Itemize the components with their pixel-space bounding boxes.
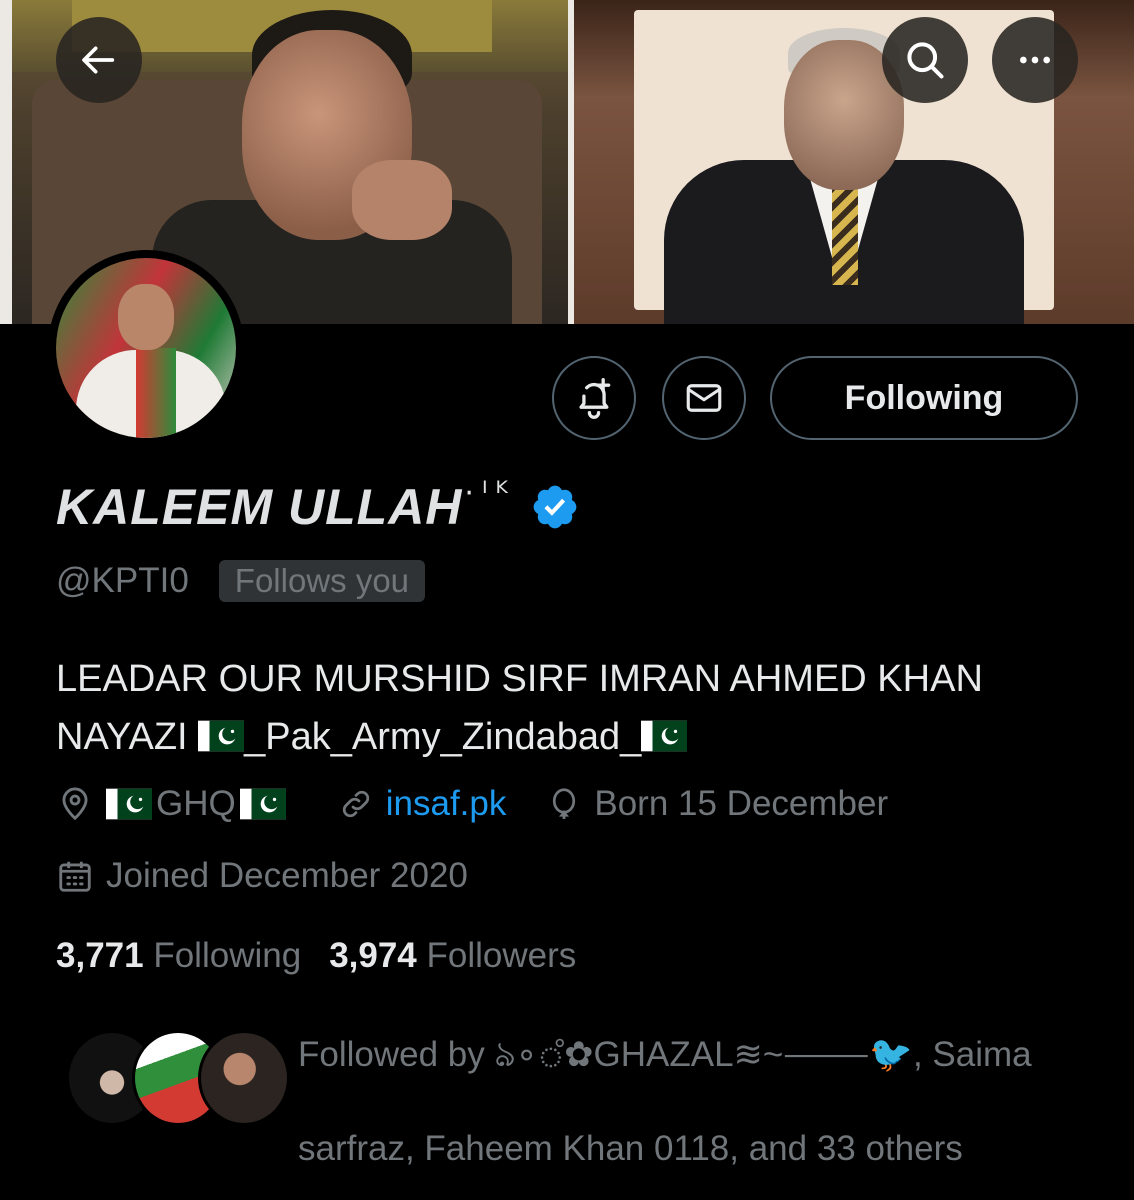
display-name-row: KALEEM ULLAH ·ᴵᴷ [56, 475, 580, 536]
search-button[interactable] [882, 17, 968, 103]
location: GHQ [56, 784, 298, 824]
followed-by-line-2: sarfraz, Faheem Khan 0118, and 33 others [298, 1129, 963, 1168]
avatar-image [56, 258, 236, 438]
display-name-suffix: ·ᴵᴷ [464, 475, 516, 511]
back-button[interactable] [56, 17, 142, 103]
pakistan-flag-icon [239, 788, 286, 820]
profile-meta-row: GHQ insaf.pk Born 15 December [56, 784, 928, 824]
following-count: 3,771 [56, 936, 144, 975]
handle-row: @KPTI0 Follows you [56, 560, 426, 602]
message-button[interactable] [662, 356, 746, 440]
followed-by-text[interactable]: Followed by ঌ∘ஂ✿GHAZAL≋~⸻🐦, Saima sarfra… [298, 1008, 1078, 1196]
calendar-icon [59, 861, 91, 892]
follows-you-badge: Follows you [218, 560, 426, 602]
followers-stat[interactable]: 3,974 Followers [329, 936, 576, 976]
verified-badge-icon [533, 485, 577, 529]
birthday: Born 15 December [546, 784, 888, 824]
followed-by-name-2: , Saima [912, 1035, 1032, 1074]
display-name: KALEEM ULLAH [56, 479, 463, 535]
pakistan-flag-icon [641, 720, 688, 752]
pakistan-flag-icon [198, 720, 245, 752]
followed-by-avatars[interactable] [66, 1030, 290, 1126]
following-label: Following [153, 936, 302, 975]
website-link[interactable]: insaf.pk [386, 784, 507, 824]
balloon-icon [553, 788, 576, 819]
bell-plus-icon [579, 378, 611, 419]
bio: LEADAR OUR MURSHID SIRF IMRAN AHMED KHAN… [56, 650, 1096, 766]
bio-line-1: LEADAR OUR MURSHID SIRF IMRAN AHMED KHAN [56, 658, 983, 700]
follow-stats: 3,771 Following 3,974 Followers [56, 936, 604, 976]
birthday-text: Born 15 December [594, 784, 889, 823]
follower-avatar [198, 1030, 290, 1126]
followers-count: 3,974 [329, 936, 417, 975]
followed-by-name-1: ঌ∘ஂ✿GHAZAL≋~⸻🐦 [494, 1035, 913, 1074]
location-pin-icon [62, 787, 88, 821]
more-horizontal-icon [1020, 56, 1050, 64]
bio-line-2-prefix: NAYAZI [56, 716, 188, 758]
profile-avatar[interactable] [48, 250, 244, 446]
handle: @KPTI0 [56, 561, 189, 600]
followed-by-line-1: Followed by ঌ∘ஂ✿GHAZAL≋~⸻🐦, Saima [298, 1008, 1078, 1102]
followers-label: Followers [426, 936, 577, 975]
joined: Joined December 2020 [56, 856, 468, 896]
arrow-left-icon [82, 46, 115, 74]
pakistan-flag-icon [106, 788, 152, 820]
following-button[interactable]: Following [770, 356, 1078, 440]
joined-text: Joined December 2020 [106, 856, 468, 895]
website[interactable]: insaf.pk [338, 784, 507, 824]
location-text: GHQ [156, 784, 236, 823]
bio-line-2: NAYAZI _Pak_Army_Zindabad_ [56, 708, 1096, 766]
search-icon [907, 42, 944, 79]
more-button[interactable] [992, 17, 1078, 103]
bio-line-2-text: _Pak_Army_Zindabad_ [244, 716, 642, 758]
joined-row: Joined December 2020 [56, 856, 508, 896]
notifications-button[interactable] [552, 356, 636, 440]
mail-icon [686, 384, 722, 412]
link-icon [342, 790, 369, 818]
followed-by-prefix: Followed by [298, 1035, 485, 1074]
following-stat[interactable]: 3,771 Following [56, 936, 301, 976]
